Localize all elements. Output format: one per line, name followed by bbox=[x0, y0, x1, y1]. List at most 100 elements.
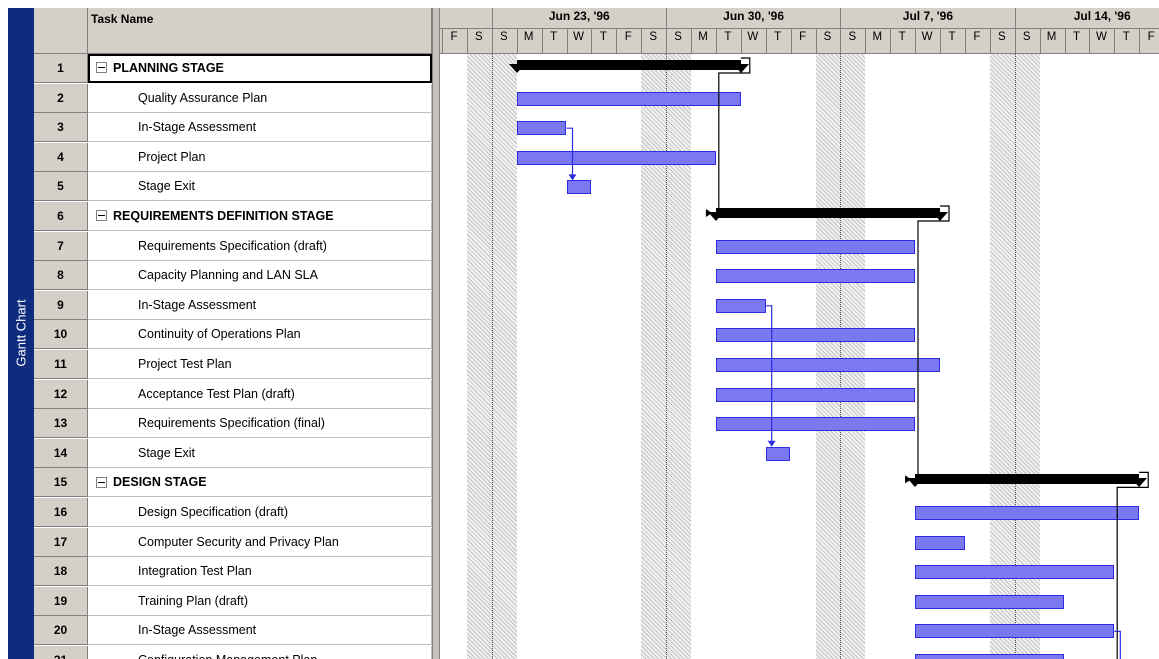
task-row[interactable]: 10 Continuity of Operations Plan bbox=[34, 320, 432, 350]
row-id-cell[interactable]: 15 bbox=[34, 468, 88, 498]
row-id-cell[interactable]: 9 bbox=[34, 290, 88, 320]
task-row[interactable]: 4 Project Plan bbox=[34, 142, 432, 172]
view-bar-label: Gantt Chart bbox=[13, 299, 29, 367]
task-row[interactable]: 18 Integration Test Plan bbox=[34, 557, 432, 587]
timescale-gridline bbox=[890, 29, 892, 54]
task-row[interactable]: 16 Design Specification (draft) bbox=[34, 498, 432, 527]
task-row[interactable]: 15 DESIGN STAGE bbox=[34, 468, 432, 498]
timescale-gridline bbox=[865, 29, 867, 54]
task-row[interactable]: 14 Stage Exit bbox=[34, 438, 432, 468]
row-id-cell[interactable]: 19 bbox=[34, 586, 88, 616]
row-id-cell[interactable]: 18 bbox=[34, 557, 88, 587]
timescale-week-label[interactable]: Jun 30, '96 bbox=[666, 9, 841, 23]
row-id-cell[interactable]: 7 bbox=[34, 231, 88, 261]
task-name-cell[interactable]: Continuity of Operations Plan bbox=[88, 320, 432, 350]
task-row[interactable]: 11 Project Test Plan bbox=[34, 350, 432, 379]
timescale-week-label[interactable]: Jul 7, '96 bbox=[840, 9, 1015, 23]
task-name-cell[interactable]: Configuration Management Plan bbox=[88, 646, 432, 659]
row-id-cell[interactable]: 3 bbox=[34, 113, 88, 143]
task-name-cell[interactable]: Acceptance Test Plan (draft) bbox=[88, 379, 432, 409]
timescale-day-label: S bbox=[674, 31, 682, 43]
row-id-cell[interactable]: 10 bbox=[34, 320, 88, 350]
task-name-cell[interactable]: Design Specification (draft) bbox=[88, 498, 432, 527]
task-name-text: Stage Exit bbox=[138, 179, 195, 194]
task-name-cell[interactable]: Quality Assurance Plan bbox=[88, 83, 432, 113]
row-id-cell[interactable]: 2 bbox=[34, 83, 88, 113]
task-name-text: Integration Test Plan bbox=[138, 564, 252, 579]
task-name-text: Acceptance Test Plan (draft) bbox=[138, 386, 295, 401]
timescale-gridline bbox=[915, 29, 917, 54]
collapse-minus-icon[interactable] bbox=[96, 210, 107, 222]
row-id-cell[interactable]: 16 bbox=[34, 498, 88, 527]
collapse-minus-icon[interactable] bbox=[96, 62, 107, 74]
task-name-cell[interactable]: In-Stage Assessment bbox=[88, 616, 432, 646]
timescale-week-label[interactable]: Jul 14, '96 bbox=[1015, 9, 1159, 23]
timescale-gridline bbox=[940, 29, 941, 54]
task-row[interactable]: 7 Requirements Specification (draft) bbox=[34, 231, 432, 261]
timescale-day-label: M bbox=[523, 31, 534, 43]
summary-task-name-cell[interactable]: REQUIREMENTS DEFINITION STAGE bbox=[88, 202, 432, 231]
link-arrowhead bbox=[705, 209, 712, 217]
task-name-cell[interactable]: Stage Exit bbox=[88, 438, 432, 468]
row-id-cell[interactable]: 11 bbox=[34, 350, 88, 379]
task-name-cell[interactable]: Computer Security and Privacy Plan bbox=[88, 527, 432, 557]
timescale-gridline bbox=[691, 29, 692, 54]
collapse-minus-icon[interactable] bbox=[96, 476, 107, 488]
timescale-header[interactable]: Jun 23, '96 Jun 30, '96 Jul 7, '96 Jul 14, … bbox=[440, 8, 1159, 54]
task-name-cell[interactable]: Project Test Plan bbox=[88, 350, 432, 379]
row-id-cell[interactable]: 21 bbox=[34, 646, 88, 659]
summary-task-name-cell[interactable]: PLANNING STAGE bbox=[88, 54, 432, 83]
row-id-cell[interactable]: 8 bbox=[34, 261, 88, 291]
task-name-cell[interactable]: Stage Exit bbox=[88, 172, 432, 202]
row-id-cell[interactable]: 1 bbox=[34, 54, 88, 83]
task-name-cell[interactable]: In-Stage Assessment bbox=[88, 290, 432, 320]
column-header-task-name[interactable]: Task Name bbox=[88, 8, 432, 54]
task-name-text: Stage Exit bbox=[138, 445, 195, 460]
task-name-text: Computer Security and Privacy Plan bbox=[138, 534, 339, 549]
row-id-cell[interactable]: 13 bbox=[34, 409, 88, 439]
summary-link-line bbox=[905, 205, 950, 480]
task-row[interactable]: 20 In-Stage Assessment bbox=[34, 616, 432, 646]
row-id-cell[interactable]: 12 bbox=[34, 379, 88, 409]
task-name-cell[interactable]: Integration Test Plan bbox=[88, 557, 432, 587]
split-bar[interactable] bbox=[432, 8, 440, 659]
timescale-gridline bbox=[1014, 29, 1016, 54]
timescale-gridline bbox=[790, 29, 792, 54]
row-id-cell[interactable]: 17 bbox=[34, 527, 88, 557]
task-row[interactable]: 17 Computer Security and Privacy Plan bbox=[34, 527, 432, 557]
task-name-cell[interactable]: Requirements Specification (draft) bbox=[88, 231, 432, 261]
task-row[interactable]: 8 Capacity Planning and LAN SLA bbox=[34, 261, 432, 291]
task-row[interactable]: 6 REQUIREMENTS DEFINITION STAGE bbox=[34, 202, 432, 231]
gantt-chart-area[interactable] bbox=[440, 54, 1159, 659]
task-row[interactable]: 3 In-Stage Assessment bbox=[34, 113, 432, 143]
task-name-cell[interactable]: Requirements Specification (final) bbox=[88, 409, 432, 439]
row-id-cell[interactable]: 5 bbox=[34, 172, 88, 202]
timescale-gridline bbox=[840, 29, 842, 54]
timescale-gridline bbox=[964, 29, 966, 54]
task-row[interactable]: 9 In-Stage Assessment bbox=[34, 290, 432, 320]
timescale-gridline bbox=[491, 29, 493, 54]
task-name-text: Project Test Plan bbox=[138, 357, 232, 371]
summary-task-name-cell[interactable]: DESIGN STAGE bbox=[88, 468, 432, 498]
task-row[interactable]: 2 Quality Assurance Plan bbox=[34, 83, 432, 113]
task-name-cell[interactable]: Training Plan (draft) bbox=[88, 586, 432, 616]
task-name-cell[interactable]: Capacity Planning and LAN SLA bbox=[88, 261, 432, 291]
task-name-cell[interactable]: Project Plan bbox=[88, 142, 432, 172]
task-row[interactable]: 19 Training Plan (draft) bbox=[34, 586, 432, 616]
task-row[interactable]: 5 Stage Exit bbox=[34, 172, 432, 202]
row-id-cell[interactable]: 4 bbox=[34, 142, 88, 172]
ms-project-window: Gantt Chart Task Name 1 PLANNING STAGE 2 Qu… bbox=[0, 0, 1159, 659]
timescale-day-label: S bbox=[823, 31, 832, 43]
row-id-cell[interactable]: 14 bbox=[34, 438, 88, 468]
task-row[interactable]: 1 PLANNING STAGE bbox=[34, 54, 432, 83]
row-id-cell[interactable]: 20 bbox=[34, 616, 88, 646]
timescale-week-label[interactable]: Jun 23, '96 bbox=[492, 9, 667, 23]
task-row[interactable]: 13 Requirements Specification (final) bbox=[34, 409, 432, 439]
row-id-cell[interactable]: 6 bbox=[34, 202, 88, 231]
select-all-corner[interactable] bbox=[34, 8, 88, 54]
task-row[interactable]: 12 Acceptance Test Plan (draft) bbox=[34, 379, 432, 409]
timescale-day-label: W bbox=[573, 31, 584, 43]
task-name-cell[interactable]: In-Stage Assessment bbox=[88, 113, 432, 143]
task-row[interactable]: 21 Configuration Management Plan bbox=[34, 646, 432, 659]
view-bar[interactable]: Gantt Chart bbox=[8, 8, 34, 659]
